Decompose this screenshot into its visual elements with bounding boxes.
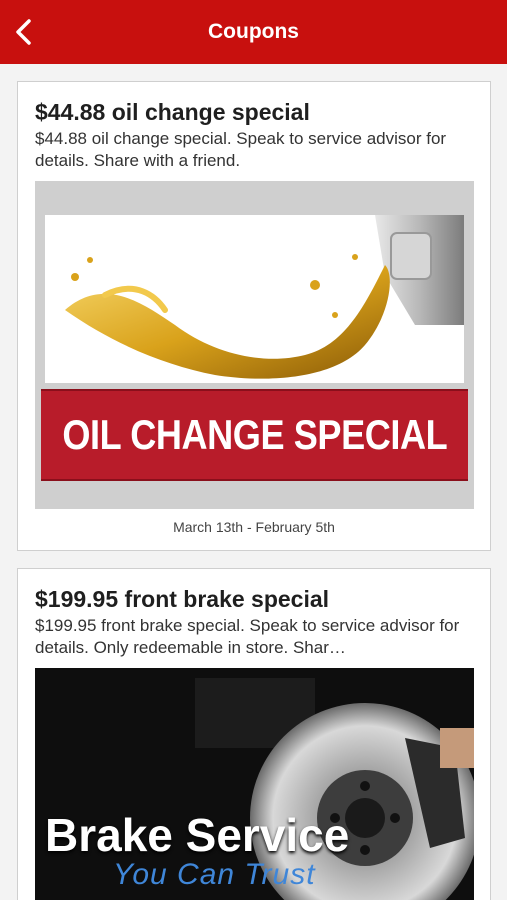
coupon-card[interactable]: $199.95 front brake special $199.95 fron…	[17, 568, 491, 900]
top-app-bar: Coupons	[0, 0, 507, 64]
oil-pour-illustration	[65, 215, 464, 379]
coupon-title: $199.95 front brake special	[35, 586, 330, 612]
oil-splash-image	[45, 215, 464, 383]
coupon-title: $44.88 oil change special	[35, 99, 310, 125]
banner-text: OIL CHANGE SPECIAL	[62, 411, 447, 458]
brake-tagline-text: You Can Trust	[113, 858, 316, 891]
coupon-image: Brake Service You Can Trust	[35, 668, 474, 900]
oil-change-banner: OIL CHANGE SPECIAL	[41, 389, 468, 481]
coupon-card[interactable]: $44.88 oil change special $44.88 oil cha…	[17, 81, 491, 551]
coupon-description: $199.95 front brake special. Speak to se…	[35, 616, 460, 657]
brake-service-text: Brake Service	[45, 809, 350, 861]
coupon-image: OIL CHANGE SPECIAL	[35, 181, 474, 509]
coupon-description: $44.88 oil change special. Speak to serv…	[35, 129, 447, 170]
coupon-date-range: March 13th - February 5th	[173, 519, 335, 535]
page-title: Coupons	[208, 20, 299, 43]
